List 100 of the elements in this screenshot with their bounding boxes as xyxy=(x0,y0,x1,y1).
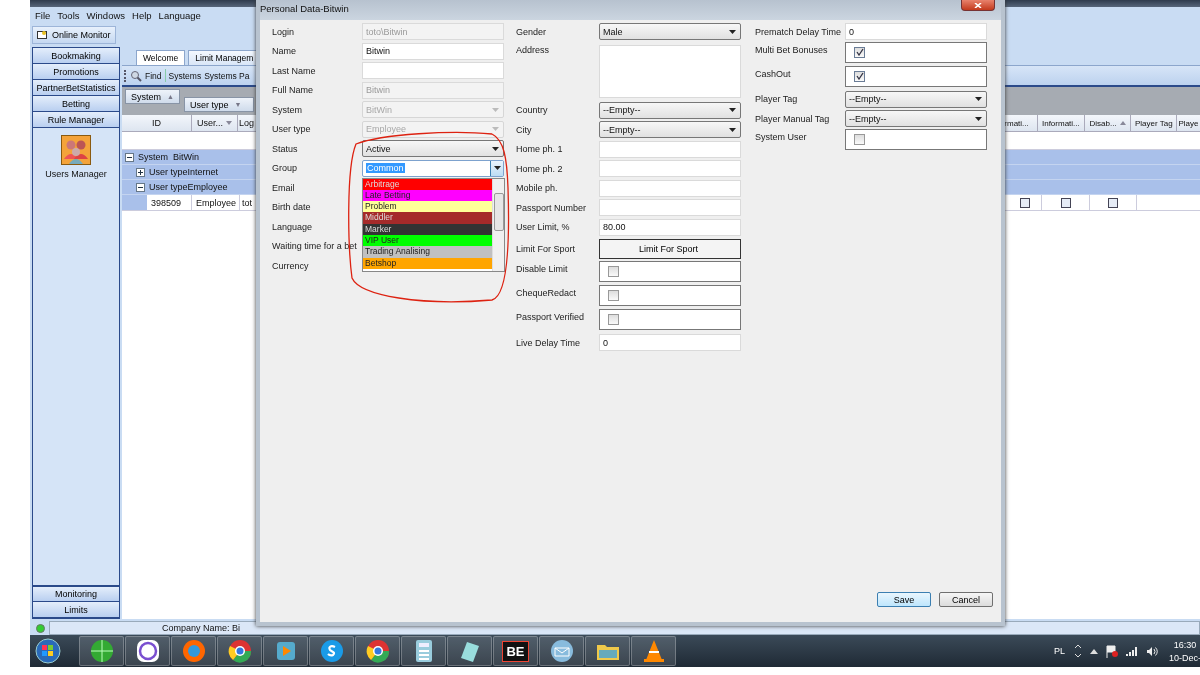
dropdown-field[interactable]: --Empty-- xyxy=(599,101,741,119)
nav-button[interactable]: Rule Manager xyxy=(33,112,119,128)
signal-icon[interactable] xyxy=(1126,646,1138,656)
column-header[interactable]: Player Tag xyxy=(1131,115,1178,131)
network-arrows-icon[interactable] xyxy=(1074,644,1082,658)
checkbox[interactable] xyxy=(608,266,619,277)
collapse-icon[interactable] xyxy=(136,182,145,192)
caret-icon xyxy=(975,97,982,102)
collapse-icon[interactable] xyxy=(125,152,134,162)
app-icon[interactable] xyxy=(125,636,170,666)
text-field[interactable]: 80.00 xyxy=(599,218,741,236)
app-icon[interactable] xyxy=(355,636,400,666)
field-label: Email xyxy=(272,182,296,193)
tree-node[interactable]: User typeEmployee xyxy=(136,182,228,192)
dropdown-option[interactable]: Trading Analising xyxy=(363,246,492,258)
nav-button[interactable]: Bookmaking xyxy=(33,48,119,64)
tree-node[interactable]: User typeInternet xyxy=(136,167,219,177)
toolbar-item[interactable]: Systems Pa xyxy=(204,70,250,81)
column-header[interactable]: ID xyxy=(122,115,192,131)
dropdown-field[interactable]: --Empty-- xyxy=(845,90,987,108)
flag-icon[interactable] xyxy=(1106,644,1118,658)
nav-button[interactable]: Monitoring xyxy=(33,586,119,602)
show-hidden-icons-icon[interactable] xyxy=(1090,648,1098,654)
dropdown-field[interactable]: Active xyxy=(362,140,504,158)
field-label: Name xyxy=(272,46,297,57)
toolbar-item[interactable]: Find xyxy=(145,70,162,81)
dropdown-option[interactable]: Betshop xyxy=(363,257,492,269)
field-label: Disable Limit xyxy=(516,263,569,274)
text-field[interactable] xyxy=(599,140,741,158)
dropdown-option[interactable]: Middler xyxy=(363,212,492,224)
field-label: System xyxy=(272,104,303,115)
field-label: Group xyxy=(272,163,298,174)
online-monitor-button[interactable]: Online Monitor xyxy=(32,26,116,44)
text-field[interactable] xyxy=(362,62,504,80)
app-button[interactable]: BE xyxy=(493,636,538,666)
users-icon[interactable] xyxy=(61,135,91,165)
tab[interactable]: Welcome xyxy=(136,50,186,65)
field-label: User type xyxy=(272,124,312,135)
caret-icon xyxy=(729,29,736,34)
text-field[interactable]: 0 xyxy=(845,23,987,41)
table-cell: Employee xyxy=(192,195,240,210)
text-field[interactable]: Bitwin xyxy=(362,42,504,60)
app-icon[interactable] xyxy=(217,636,262,666)
clock-date[interactable]: 10-Dec- xyxy=(1169,652,1200,663)
menu-item[interactable]: Help xyxy=(132,10,152,21)
limit-button[interactable]: Limit For Sport xyxy=(599,239,741,259)
field-label: Status xyxy=(272,143,299,154)
clock-time[interactable]: 16:30 xyxy=(1173,639,1197,650)
checkbox[interactable] xyxy=(854,70,865,82)
dropdown-option[interactable]: Problem xyxy=(363,201,492,213)
start-button[interactable] xyxy=(32,636,64,666)
menu-item[interactable]: Language xyxy=(158,10,201,21)
field-label: City xyxy=(516,124,533,135)
nav-button[interactable]: Promotions xyxy=(33,64,119,80)
checkbox[interactable] xyxy=(1060,197,1071,208)
text-field[interactable] xyxy=(599,199,741,217)
text-field[interactable] xyxy=(599,160,741,178)
menu-item[interactable]: File xyxy=(35,10,51,21)
tree-node[interactable]: System BitWin xyxy=(125,152,199,162)
dialog-button[interactable]: Cancel xyxy=(939,592,993,607)
toolbar-item[interactable]: Systems xyxy=(168,70,202,81)
checkbox[interactable] xyxy=(854,46,865,58)
field-label: Limit For Sport xyxy=(516,244,576,254)
app-icon[interactable] xyxy=(263,636,308,666)
dropdown-field[interactable]: --Empty-- xyxy=(599,121,741,139)
column-header[interactable]: Informati... xyxy=(1037,115,1085,131)
dialog-button[interactable]: Save xyxy=(877,592,931,607)
checkbox[interactable] xyxy=(1108,197,1118,208)
app-icon[interactable] xyxy=(539,636,584,666)
app-icon[interactable] xyxy=(585,636,630,666)
dropdown-option[interactable]: Marker xyxy=(363,223,492,235)
checkbox[interactable] xyxy=(608,314,619,325)
checkbox[interactable] xyxy=(1019,197,1030,208)
checkbox[interactable] xyxy=(854,133,865,145)
language-indicator[interactable]: PL xyxy=(1054,646,1065,656)
module-label[interactable]: Users Manager xyxy=(45,169,107,179)
dropdown-field[interactable]: Male xyxy=(599,23,741,41)
search-icon[interactable] xyxy=(130,69,142,82)
nav-button[interactable]: Betting xyxy=(33,96,119,112)
app-icon[interactable] xyxy=(309,636,354,666)
text-field[interactable]: 0 xyxy=(599,334,741,352)
menu-item[interactable]: Tools xyxy=(57,10,80,21)
close-button[interactable] xyxy=(961,0,995,11)
menu-item[interactable]: Windows xyxy=(86,10,126,21)
column-header[interactable]: Disab... xyxy=(1084,115,1132,131)
expand-icon[interactable] xyxy=(136,167,145,177)
app-icon[interactable] xyxy=(447,636,492,666)
field-label: User Limit, % xyxy=(516,222,571,233)
checkbox[interactable] xyxy=(608,290,619,301)
nav-button[interactable]: Limits xyxy=(33,602,119,618)
app-icon[interactable] xyxy=(401,636,446,666)
scrollbar[interactable] xyxy=(492,178,504,271)
nav-button[interactable]: PartnerBetStatistics xyxy=(33,80,119,96)
app-icon[interactable] xyxy=(79,636,124,666)
dropdown-field[interactable]: --Empty-- xyxy=(845,110,987,128)
column-header[interactable]: User... xyxy=(191,115,238,131)
column-header[interactable]: Playe xyxy=(1177,115,1200,131)
volume-icon[interactable] xyxy=(1146,645,1158,657)
text-field[interactable] xyxy=(599,179,741,197)
app-icon[interactable] xyxy=(631,636,676,666)
